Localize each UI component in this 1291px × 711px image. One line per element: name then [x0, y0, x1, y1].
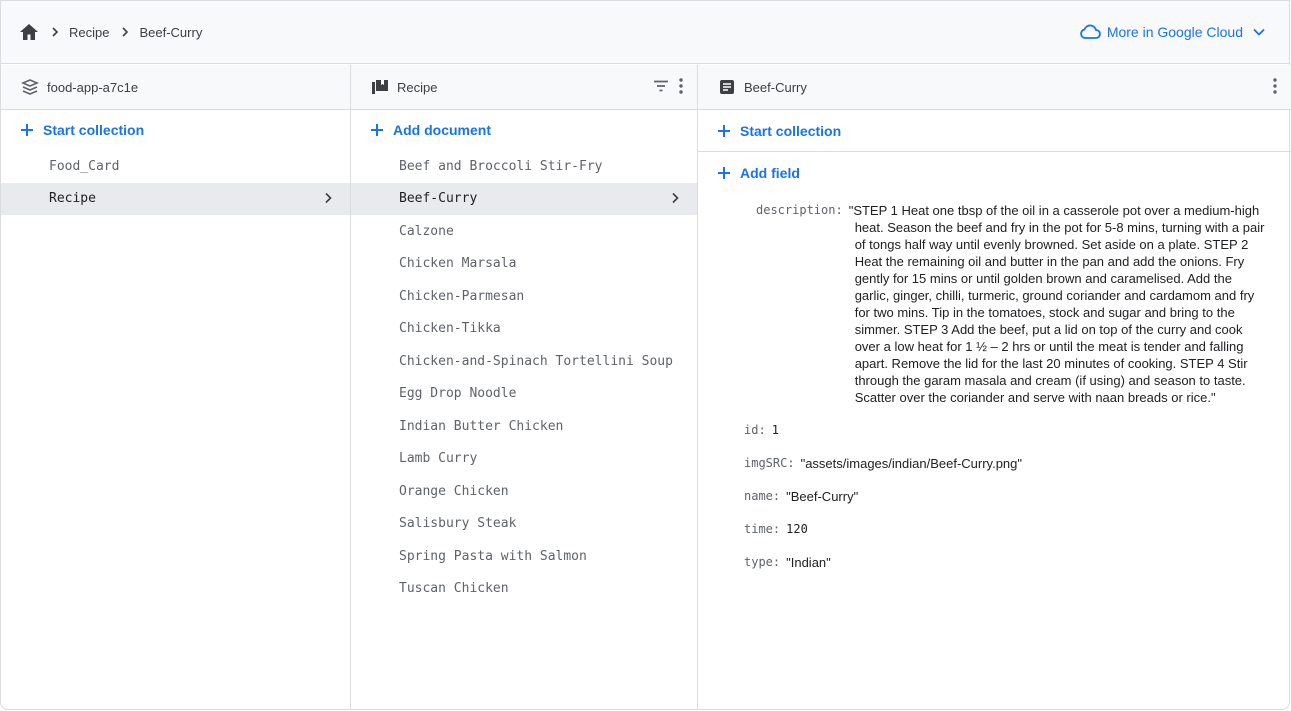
list-item-label: Beef-Curry: [399, 191, 478, 207]
document-icon: [718, 78, 736, 96]
field-value: "assets/images/indian/Beef-Curry.png": [800, 456, 1023, 471]
document-fields: description: "STEP 1 Heat one tbsp of th…: [698, 202, 1291, 571]
start-subcollection-label: Start collection: [740, 122, 842, 139]
collection-column-title: Recipe: [397, 79, 438, 95]
chevron-right-icon: [121, 27, 129, 37]
field-key: imgSRC:: [744, 456, 795, 470]
add-document-button[interactable]: Add document: [351, 110, 697, 150]
field-value: "STEP 1 Heat one tbsp of the oil in a ca…: [848, 203, 1265, 405]
start-collection-label: Start collection: [43, 122, 145, 138]
more-in-google-cloud-button[interactable]: More in Google Cloud: [1079, 24, 1265, 40]
list-item-label: Beef and Broccoli Stir-Fry: [399, 158, 603, 174]
field-key: name:: [744, 489, 781, 503]
list-item-label: Egg Drop Noodle: [399, 386, 517, 402]
collection-column: Recipe Add document Beef and Broccoli St…: [351, 65, 698, 709]
chevron-right-icon: [324, 192, 332, 204]
list-item-label: Salisbury Steak: [399, 516, 517, 532]
field-imgsrc[interactable]: imgSRC: "assets/images/indian/Beef-Curry…: [744, 455, 1271, 472]
document-column-header: Beef-Curry: [698, 65, 1291, 110]
field-name[interactable]: name: "Beef-Curry": [744, 488, 1271, 505]
document-item[interactable]: Beef and Broccoli Stir-Fry: [351, 150, 697, 183]
list-item-label: Chicken-Parmesan: [399, 288, 525, 304]
collection-item-food-card[interactable]: Food_Card: [1, 150, 350, 183]
document-item[interactable]: Calzone: [351, 215, 697, 248]
document-item[interactable]: Indian Butter Chicken: [351, 410, 697, 443]
collection-column-header: Recipe: [351, 65, 697, 110]
plus-icon: [19, 122, 35, 138]
field-key: description:: [756, 203, 843, 217]
document-column: Beef-Curry Start collection Add field de…: [698, 65, 1291, 709]
field-key: type:: [744, 555, 781, 569]
plus-icon: [369, 122, 385, 138]
document-column-actions: [1263, 78, 1277, 94]
collection-item-recipe[interactable]: Recipe: [1, 182, 350, 215]
add-field-button[interactable]: Add field: [698, 152, 1291, 194]
field-value: 1: [771, 423, 779, 437]
plus-icon: [716, 123, 732, 139]
field-time[interactable]: time: 120: [744, 521, 1271, 538]
document-column-title: Beef-Curry: [744, 79, 807, 95]
breadcrumb-item-beef-curry[interactable]: Beef-Curry: [139, 25, 202, 40]
collection-icon: [371, 78, 389, 96]
field-description[interactable]: description: "STEP 1 Heat one tbsp of th…: [744, 202, 1271, 406]
document-item-selected[interactable]: Beef-Curry: [351, 182, 697, 215]
cloud-icon: [1079, 24, 1101, 40]
document-item[interactable]: Chicken-Tikka: [351, 313, 697, 346]
chevron-down-icon: [1253, 28, 1265, 36]
list-item-label: Chicken-and-Spinach Tortellini Soup: [399, 353, 673, 369]
filter-icon[interactable]: [653, 80, 669, 92]
root-column-title: food-app-a7c1e: [47, 79, 139, 95]
plus-icon: [716, 165, 732, 181]
collection-list: Food_Card Recipe: [1, 150, 350, 215]
document-item[interactable]: Egg Drop Noodle: [351, 378, 697, 411]
list-item-label: Chicken Marsala: [399, 256, 517, 272]
add-document-label: Add document: [393, 122, 491, 138]
collection-column-actions: [643, 78, 683, 94]
document-item[interactable]: Salisbury Steak: [351, 508, 697, 541]
top-bar: Recipe Beef-Curry More in Google Cloud: [1, 1, 1289, 64]
list-item-label: Orange Chicken: [399, 483, 509, 499]
document-item[interactable]: Chicken-Parmesan: [351, 280, 697, 313]
root-column-header: food-app-a7c1e: [1, 65, 350, 110]
more-vert-icon[interactable]: [679, 78, 683, 94]
chevron-right-icon: [51, 27, 59, 37]
field-type[interactable]: type: "Indian": [744, 554, 1271, 571]
list-item-label: Lamb Curry: [399, 451, 478, 467]
database-icon: [21, 78, 39, 96]
field-key: time:: [744, 522, 781, 536]
more-vert-icon[interactable]: [1273, 78, 1277, 94]
document-item[interactable]: Lamb Curry: [351, 443, 697, 476]
document-item[interactable]: Spring Pasta with Salmon: [351, 540, 697, 573]
list-item-label: Indian Butter Chicken: [399, 418, 564, 434]
add-field-label: Add field: [740, 165, 800, 181]
field-id[interactable]: id: 1: [744, 422, 1271, 439]
document-item[interactable]: Chicken Marsala: [351, 248, 697, 281]
start-subcollection-button[interactable]: Start collection: [698, 110, 1291, 152]
breadcrumb: Recipe Beef-Curry: [19, 23, 202, 41]
more-in-google-cloud-label: More in Google Cloud: [1106, 24, 1243, 40]
document-item[interactable]: Chicken-and-Spinach Tortellini Soup: [351, 345, 697, 378]
list-item-label: Chicken-Tikka: [399, 321, 501, 337]
home-icon[interactable]: [19, 23, 39, 41]
field-value: "Beef-Curry": [786, 489, 859, 504]
list-item-label: Food_Card: [49, 158, 120, 174]
start-collection-button[interactable]: Start collection: [1, 110, 350, 150]
root-column: food-app-a7c1e Start collection Food_Car…: [1, 65, 351, 709]
field-value: "Indian": [786, 555, 831, 570]
field-key: id:: [744, 423, 766, 437]
field-value: 120: [786, 522, 808, 536]
chevron-right-icon: [671, 192, 679, 204]
list-item-label: Tuscan Chicken: [399, 581, 509, 597]
document-item[interactable]: Tuscan Chicken: [351, 573, 697, 606]
list-item-label: Calzone: [399, 223, 454, 239]
list-item-label: Spring Pasta with Salmon: [399, 548, 587, 564]
list-item-label: Recipe: [49, 191, 96, 207]
breadcrumb-item-recipe[interactable]: Recipe: [69, 25, 109, 40]
firestore-panel: Recipe Beef-Curry More in Google Cloud f…: [0, 0, 1291, 710]
document-item[interactable]: Orange Chicken: [351, 475, 697, 508]
document-list: Beef and Broccoli Stir-Fry Beef-Curry Ca…: [351, 150, 697, 605]
